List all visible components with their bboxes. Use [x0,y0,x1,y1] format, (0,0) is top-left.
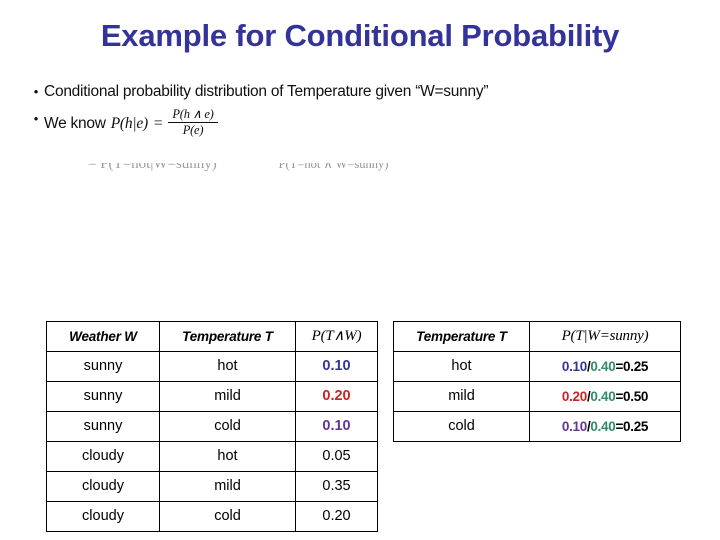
column-header-joint-probability: P(T∧W) [295,321,378,352]
cell-probability: 0.20 [295,501,378,532]
table-row: sunny cold 0.10 [46,411,378,442]
formula-lhs: P(h|e) [110,114,148,132]
calc-denominator: 0.40 [590,359,616,374]
table-header-row: Temperature T P(T|W=sunny) [393,321,681,352]
calc-result: =0.25 [615,359,649,374]
cell-conditional-calc: 0.10/0.40=0.25 [529,411,681,442]
formula-bayes: We know P(h|e) = P(h ∧ e) P(e) [44,107,218,138]
cell-probability: 0.10 [295,351,378,382]
table-row: cloudy mild 0.35 [46,471,378,502]
table-row: mild 0.20/0.40=0.50 [393,381,681,412]
cell-temperature: mild [159,381,296,412]
calc-numerator: 0.10 [561,419,587,434]
formula-fraction: P(h ∧ e) P(e) [168,107,218,137]
cell-weather: cloudy [46,501,160,532]
formula-equals: = [153,114,163,132]
bullet-marker-icon: • [33,84,39,99]
cell-weather: sunny [46,351,160,382]
cell-temperature: hot [159,351,296,382]
clipped-fragment: = P(T=hot|W=sunny) [88,163,217,172]
clipped-derivation-line: = P(T=hot|W=sunny) P(T=hot ∧ W=sunny) [0,163,720,176]
calc-denominator: 0.40 [590,419,616,434]
conditional-distribution-table: Temperature T P(T|W=sunny) hot 0.10/0.40… [393,321,681,442]
table-row: sunny mild 0.20 [46,381,378,412]
cell-temperature: hot [393,351,530,382]
column-header-temperature: Temperature T [393,321,530,352]
table-row: cloudy hot 0.05 [46,441,378,472]
cell-temperature: cold [393,411,530,442]
bullet-text-0: Conditional probability distribution of … [44,83,489,100]
cell-temperature: cold [159,501,296,532]
page-title: Example for Conditional Probability [100,18,620,53]
joint-distribution-table: Weather W Temperature T P(T∧W) sunny hot… [46,321,378,532]
cell-conditional-calc: 0.20/0.40=0.50 [529,381,681,412]
column-header-weather: Weather W [46,321,160,352]
cell-temperature: mild [159,471,296,502]
calc-result: =0.25 [615,419,649,434]
formula-numerator: P(h ∧ e) [172,107,214,121]
cell-probability: 0.20 [295,381,378,412]
cell-temperature: cold [159,411,296,442]
calc-denominator: 0.40 [590,389,616,404]
cell-weather: sunny [46,381,160,412]
clipped-fragment-tail: P(T=hot ∧ W=sunny) [278,163,389,171]
calc-numerator: 0.20 [561,389,587,404]
table-row: hot 0.10/0.40=0.25 [393,351,681,382]
table-row: cold 0.10/0.40=0.25 [393,411,681,442]
bullet-marker-icon: • [33,111,39,126]
formula-lead: We know [44,114,106,132]
body-content: • Conditional probability distribution o… [0,82,720,145]
formula-denominator: P(e) [182,123,204,137]
cell-temperature: mild [393,381,530,412]
cell-probability: 0.35 [295,471,378,502]
cell-temperature: hot [159,441,296,472]
cell-probability: 0.10 [295,411,378,442]
cell-probability: 0.05 [295,441,378,472]
cell-weather: cloudy [46,471,160,502]
calc-result: =0.50 [615,389,649,404]
table-row: cloudy cold 0.20 [46,501,378,532]
bullet-item-1: • We know P(h|e) = P(h ∧ e) P(e) [0,107,720,138]
cell-conditional-calc: 0.10/0.40=0.25 [529,351,681,382]
table-header-row: Weather W Temperature T P(T∧W) [46,321,378,352]
bullet-item-0: • Conditional probability distribution o… [0,82,720,102]
column-header-temperature: Temperature T [159,321,296,352]
cell-weather: cloudy [46,441,160,472]
cell-weather: sunny [46,411,160,442]
column-header-conditional-probability: P(T|W=sunny) [529,321,681,352]
calc-numerator: 0.10 [561,359,587,374]
table-row: sunny hot 0.10 [46,351,378,382]
